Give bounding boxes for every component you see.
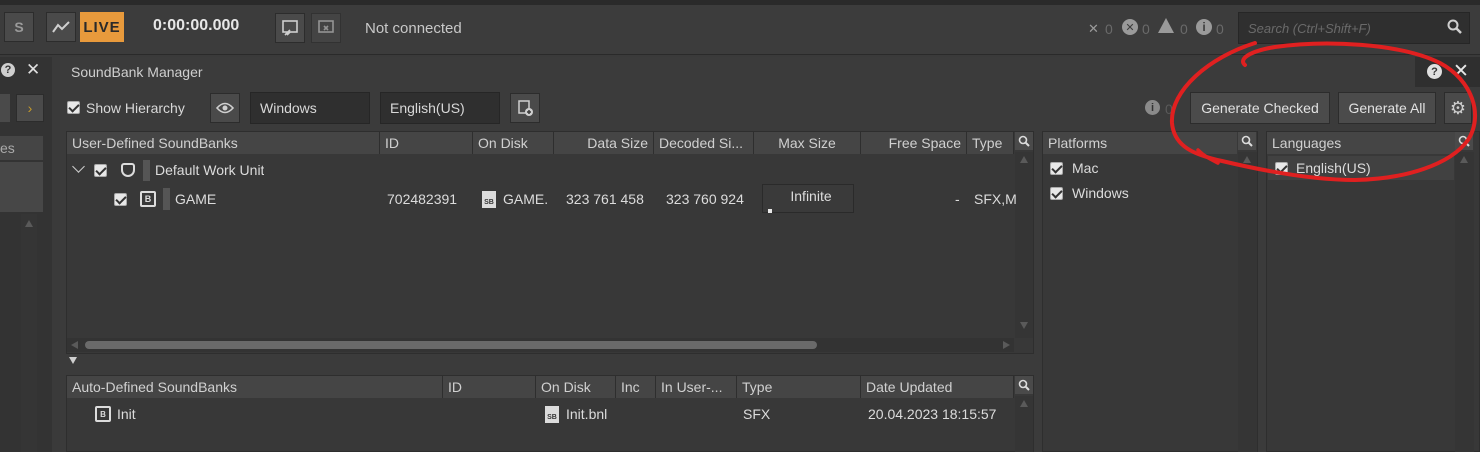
window-title: SoundBank Manager xyxy=(71,64,203,80)
game-name[interactable]: GAME xyxy=(175,191,216,207)
game-type: SFX,M xyxy=(974,191,1016,207)
clear-icon[interactable]: ✕ xyxy=(1088,21,1099,37)
clear-count: 0 xyxy=(1105,21,1113,37)
work-unit-name[interactable]: Default Work Unit xyxy=(155,162,264,178)
init-bank-icon: B xyxy=(95,406,111,422)
col-type[interactable]: Type xyxy=(967,132,1014,154)
connection-status: Not connected xyxy=(365,20,462,37)
col-decoded-size[interactable]: Decoded Si... xyxy=(654,132,754,154)
platform-mac-label[interactable]: Mac xyxy=(1072,160,1098,176)
left-close-icon[interactable]: ✕ xyxy=(26,60,40,80)
col-free-space[interactable]: Free Space xyxy=(861,132,967,154)
error-count: 0 xyxy=(1142,21,1150,37)
col-auto-on-disk[interactable]: On Disk xyxy=(536,376,616,398)
col-auto-date[interactable]: Date Updated xyxy=(861,376,1014,398)
game-data-size: 323 761 458 xyxy=(566,191,644,207)
init-on-disk: Init.bnl xyxy=(566,406,608,422)
col-id[interactable]: ID xyxy=(380,132,473,154)
remote-disconnect-icon[interactable] xyxy=(311,13,341,43)
user-banks-hscroll[interactable] xyxy=(67,338,1014,352)
capture-time: 0:00:00.000 xyxy=(153,17,240,34)
error-icon[interactable]: ✕ xyxy=(1122,19,1138,35)
user-banks-header: User-Defined SoundBanks ID On Disk Data … xyxy=(67,132,1014,154)
languages-vscroll[interactable] xyxy=(1455,152,1474,452)
eye-icon[interactable] xyxy=(210,93,240,123)
platform-select[interactable]: Windows xyxy=(250,92,370,124)
left-help-icon[interactable]: ? xyxy=(1,63,15,77)
user-banks-vscroll[interactable] xyxy=(1015,152,1033,338)
col-auto-type[interactable]: Type xyxy=(737,376,861,398)
left-selected-row[interactable] xyxy=(0,162,43,212)
splitter-arrow-icon[interactable] xyxy=(69,357,77,364)
game-id: 702482391 xyxy=(387,191,458,207)
graph-icon[interactable] xyxy=(46,12,76,42)
col-auto-in-user[interactable]: In User-... xyxy=(656,376,737,398)
work-unit-color-tag xyxy=(143,160,150,181)
s-button[interactable]: S xyxy=(4,12,34,42)
auto-banks-header: Auto-Defined SoundBanks ID On Disk Inc I… xyxy=(67,376,1014,398)
max-size-marker xyxy=(768,209,772,213)
init-type: SFX xyxy=(743,406,771,422)
game-free-space: - xyxy=(955,191,960,207)
init-file-icon: SB xyxy=(545,406,559,423)
game-color-tag xyxy=(163,188,170,210)
info-icon[interactable]: i xyxy=(1196,19,1212,35)
live-button[interactable]: LIVE xyxy=(80,12,124,42)
work-unit-checkbox[interactable] xyxy=(94,164,107,177)
col-data-size[interactable]: Data Size xyxy=(554,132,654,154)
add-soundbank-icon[interactable] xyxy=(510,93,540,123)
col-auto-inc[interactable]: Inc xyxy=(616,376,656,398)
platforms-vscroll[interactable] xyxy=(1238,152,1257,452)
col-auto-id[interactable]: ID xyxy=(443,376,536,398)
init-name[interactable]: Init xyxy=(117,406,136,422)
init-date-updated: 20.04.2023 18:15:57 xyxy=(868,406,997,422)
col-auto-banks[interactable]: Auto-Defined SoundBanks xyxy=(67,376,443,398)
file-icon: SB xyxy=(482,191,496,208)
work-unit-icon xyxy=(121,163,135,177)
game-max-size[interactable]: Infinite xyxy=(768,188,854,204)
left-expand-icon[interactable]: › xyxy=(16,94,44,122)
left-mode-button[interactable] xyxy=(0,94,10,122)
col-max-size[interactable]: Max Size xyxy=(754,132,861,154)
auto-banks-vscroll[interactable] xyxy=(1015,396,1033,452)
left-scrollbar[interactable] xyxy=(21,214,37,452)
show-hierarchy-checkbox[interactable] xyxy=(67,101,80,114)
game-decoded-size: 323 760 924 xyxy=(666,191,744,207)
user-banks-search-icon[interactable] xyxy=(1015,132,1033,150)
auto-banks-search-icon[interactable] xyxy=(1015,376,1033,394)
show-hierarchy-label: Show Hierarchy xyxy=(86,100,185,116)
warning-icon[interactable] xyxy=(1158,18,1174,33)
hscroll-thumb[interactable] xyxy=(85,341,817,349)
remote-connect-icon[interactable] xyxy=(275,13,305,43)
game-on-disk: GAME. xyxy=(503,191,548,207)
col-on-disk[interactable]: On Disk xyxy=(473,132,554,154)
soundbank-icon: B xyxy=(140,191,156,207)
red-annotation-circle xyxy=(1169,41,1478,183)
platform-windows-label[interactable]: Windows xyxy=(1072,185,1129,201)
left-tab-header[interactable]: es xyxy=(0,136,43,160)
game-checkbox[interactable] xyxy=(114,193,127,206)
col-user-banks[interactable]: User-Defined SoundBanks xyxy=(67,132,380,154)
platform-windows-checkbox[interactable] xyxy=(1050,187,1063,200)
language-select[interactable]: English(US) xyxy=(380,92,500,124)
platform-mac-checkbox[interactable] xyxy=(1050,162,1063,175)
